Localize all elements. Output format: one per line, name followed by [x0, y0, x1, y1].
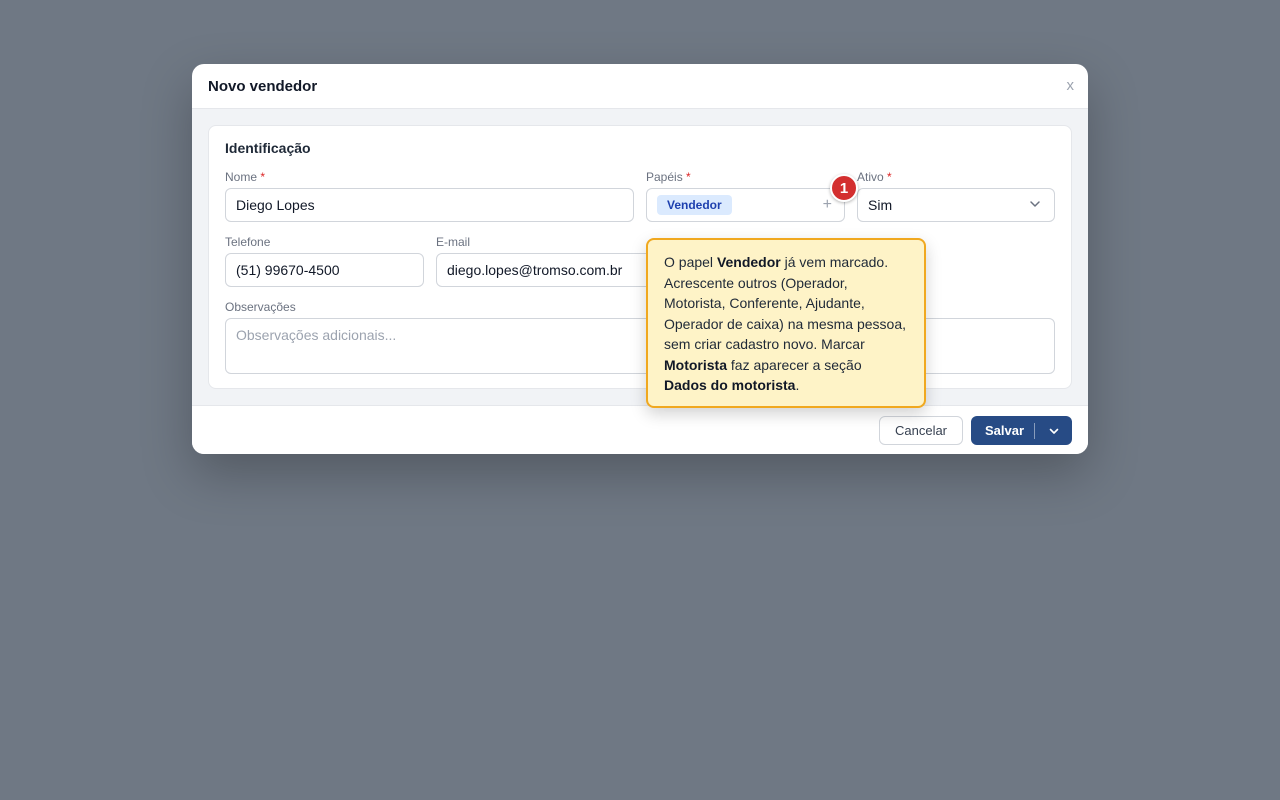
required-marker: * [686, 170, 691, 184]
papeis-multiselect[interactable]: Vendedor + [646, 188, 845, 222]
ativo-label-text: Ativo [857, 170, 884, 184]
papeis-label: Papéis * [646, 170, 691, 184]
chevron-down-icon [1049, 428, 1058, 434]
nome-label-text: Nome [225, 170, 258, 184]
close-icon[interactable]: x [1067, 77, 1075, 95]
email-value: diego.lopes@tromso.com.br [447, 262, 623, 278]
tooltip-text: . [795, 377, 800, 393]
ativo-value: Sim [868, 197, 893, 213]
section-title: Identificação [225, 140, 311, 156]
modal-title: Novo vendedor [208, 77, 318, 95]
save-button[interactable]: Salvar [971, 423, 1034, 438]
tooltip-bold: Vendedor [716, 254, 781, 270]
tooltip-bold: Dados do motorista [664, 377, 796, 393]
observacoes-label: Observações [225, 300, 296, 314]
new-seller-modal: Novo vendedor x Identificação Nome * Die… [192, 64, 1088, 454]
chevron-down-icon [1030, 201, 1040, 207]
observacoes-textarea[interactable]: Observações adicionais... [225, 318, 1055, 374]
tooltip-bold: Motorista [664, 356, 727, 373]
identification-section: Identificação Nome * Diego Lopes Papéis … [208, 125, 1072, 389]
role-chip-vendedor[interactable]: Vendedor [657, 195, 732, 215]
email-label: E-mail [436, 235, 471, 249]
papeis-label-text: Papéis [646, 170, 683, 184]
tooltip-text: O papel [664, 254, 717, 270]
save-options-dropdown[interactable] [1035, 425, 1072, 437]
nome-input[interactable]: Diego Lopes [225, 188, 634, 222]
tour-step-badge: 1 [830, 174, 858, 202]
modal-footer: Cancelar Salvar [192, 405, 1088, 454]
cancel-button[interactable]: Cancelar [879, 416, 963, 445]
save-button-group: Salvar [971, 416, 1072, 445]
modal-body: Identificação Nome * Diego Lopes Papéis … [192, 109, 1088, 405]
ativo-select[interactable]: Sim [857, 188, 1055, 222]
telefone-label: Telefone [225, 235, 271, 249]
required-marker: * [260, 170, 266, 184]
required-marker: * [887, 170, 892, 184]
ativo-label: Ativo * [857, 170, 892, 184]
nome-value: Diego Lopes [236, 197, 315, 213]
plus-icon[interactable]: + [823, 196, 832, 214]
modal-header: Novo vendedor x [192, 64, 1088, 109]
tour-tooltip: O papel Vendedor já vem marcado. Acresce… [646, 238, 926, 408]
nome-label: Nome * [225, 170, 265, 184]
observacoes-placeholder: Observações adicionais... [236, 327, 397, 343]
telefone-input[interactable]: (51) 99670-4500 [225, 253, 424, 287]
telefone-value: (51) 99670-4500 [236, 262, 340, 278]
tooltip-text: faz aparecer a seção [727, 356, 862, 373]
